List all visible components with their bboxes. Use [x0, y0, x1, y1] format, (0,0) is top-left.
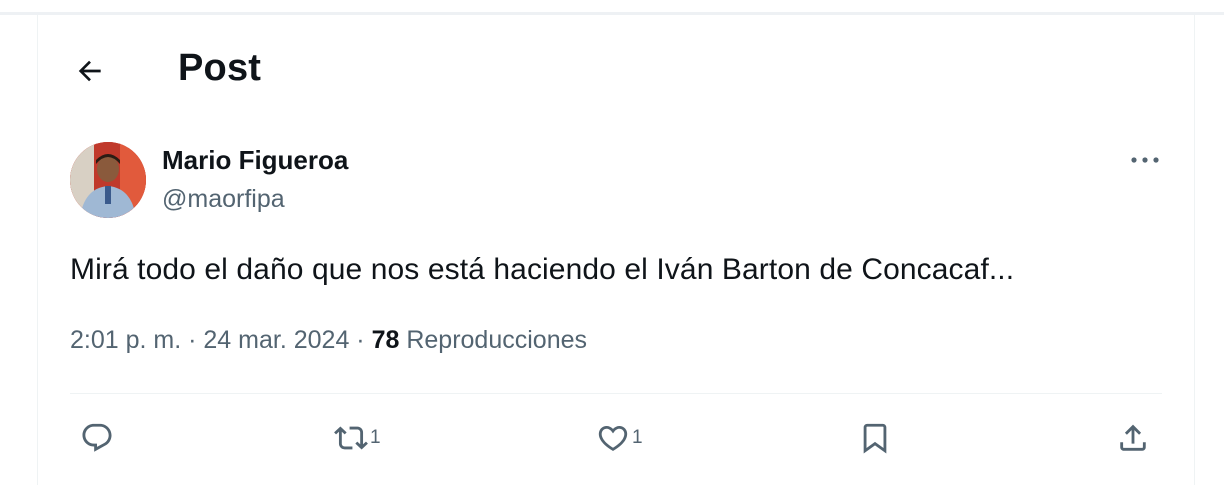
action-bar: 1 1	[38, 413, 1194, 463]
divider	[70, 393, 1162, 394]
reply-button[interactable]	[80, 413, 114, 463]
reply-icon	[82, 423, 112, 452]
meta-separator: ·	[356, 326, 365, 354]
meta-separator: ·	[188, 326, 197, 354]
arrow-left-icon	[78, 60, 101, 82]
page-title: Post	[178, 47, 262, 89]
back-button[interactable]	[70, 51, 110, 91]
repost-button[interactable]: 1	[334, 413, 381, 463]
repost-count: 1	[370, 427, 381, 448]
share-button[interactable]	[1116, 413, 1150, 463]
share-icon	[1120, 424, 1146, 451]
post-text: Mirá todo el daño que nos está haciendo …	[70, 253, 1015, 286]
bookmark-button[interactable]	[858, 413, 892, 463]
avatar[interactable]	[70, 142, 146, 218]
repost-icon	[334, 426, 368, 450]
heart-icon	[598, 425, 628, 451]
header: Post	[38, 15, 1194, 123]
views-label: Reproducciones	[406, 326, 588, 354]
avatar-image	[70, 142, 146, 218]
more-horizontal-icon	[1131, 157, 1159, 163]
like-button[interactable]: 1	[596, 413, 643, 463]
post-time[interactable]: 2:01 p. m.	[70, 326, 181, 354]
bookmark-icon	[863, 423, 887, 454]
post-meta: 2:01 p. m. · 24 mar. 2024 · 78 Reproducc…	[70, 326, 587, 355]
author-name[interactable]: Mario Figueroa	[162, 145, 348, 176]
views-count: 78	[371, 326, 400, 354]
top-strip	[0, 0, 1224, 15]
like-count: 1	[632, 427, 643, 448]
post-date[interactable]: 24 mar. 2024	[203, 326, 349, 354]
post-column: Post Mario Figueroa @maorfipa Mirá todo …	[37, 15, 1195, 485]
author-handle[interactable]: @maorfipa	[162, 185, 285, 214]
more-options-button[interactable]	[1120, 145, 1170, 175]
